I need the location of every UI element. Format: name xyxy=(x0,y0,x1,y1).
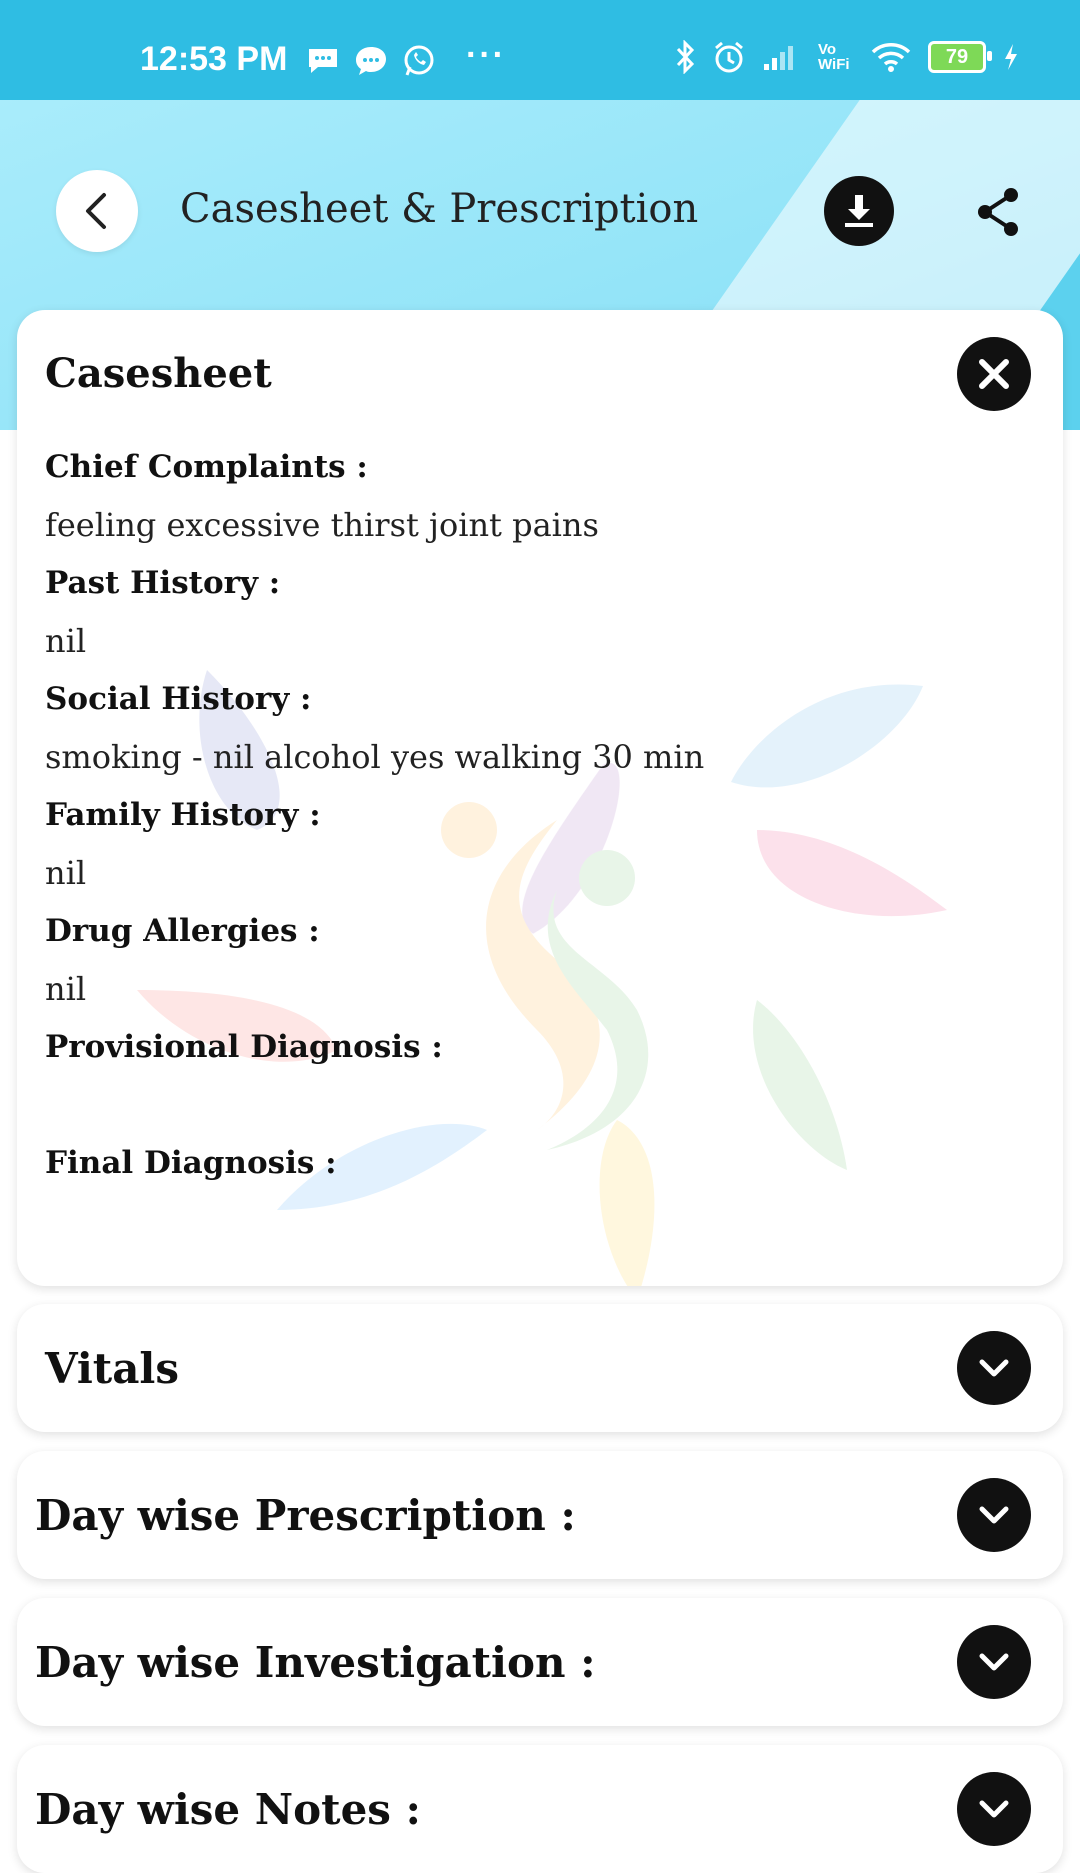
share-button[interactable] xyxy=(968,182,1028,242)
expand-investigation-button[interactable] xyxy=(957,1625,1031,1699)
chevron-down-icon xyxy=(979,1653,1009,1671)
social-history-label: Social History : xyxy=(45,681,312,717)
back-button[interactable] xyxy=(56,170,138,252)
vitals-section[interactable]: Vitals xyxy=(17,1304,1063,1432)
system-icons: Vo WiFi 79 xyxy=(674,40,1020,74)
page-title: Casesheet & Prescription xyxy=(180,186,699,232)
expand-prescription-button[interactable] xyxy=(957,1478,1031,1552)
download-button[interactable] xyxy=(824,176,894,246)
final-diagnosis-value xyxy=(45,1192,1005,1250)
day-investigation-section[interactable]: Day wise Investigation : xyxy=(17,1598,1063,1726)
status-time: 12:53 PM xyxy=(140,40,288,78)
past-history-value: nil xyxy=(45,622,87,660)
provisional-diagnosis-label: Provisional Diagnosis : xyxy=(45,1029,443,1065)
battery-icon: 79 xyxy=(928,41,992,73)
final-diagnosis-label: Final Diagnosis : xyxy=(45,1145,337,1181)
day-prescription-title: Day wise Prescription : xyxy=(35,1490,576,1540)
back-icon xyxy=(86,193,106,229)
day-notes-section[interactable]: Day wise Notes : xyxy=(17,1745,1063,1873)
whatsapp-icon xyxy=(404,45,434,76)
chevron-down-icon xyxy=(979,1359,1009,1377)
chief-complaints-label: Chief Complaints : xyxy=(45,449,368,485)
casesheet-card: Casesheet Chief Complaints : feeling exc… xyxy=(17,310,1063,1286)
download-icon xyxy=(845,195,873,227)
drug-allergies-value: nil xyxy=(45,970,87,1008)
expand-vitals-button[interactable] xyxy=(957,1331,1031,1405)
notification-icons xyxy=(306,44,436,78)
day-prescription-section[interactable]: Day wise Prescription : xyxy=(17,1451,1063,1579)
casesheet-fields: Chief Complaints : feeling excessive thi… xyxy=(45,438,1005,1250)
more-notifications-icon: ··· xyxy=(466,36,506,74)
wifi-icon xyxy=(871,43,911,72)
battery-level: 79 xyxy=(945,45,969,68)
close-casesheet-button[interactable] xyxy=(957,337,1031,411)
charging-icon xyxy=(1005,44,1017,70)
expand-notes-button[interactable] xyxy=(957,1772,1031,1846)
drug-allergies-label: Drug Allergies : xyxy=(45,913,320,949)
social-history-value: smoking - nil alcohol yes walking 30 min xyxy=(45,738,705,776)
family-history-value: nil xyxy=(45,854,87,892)
past-history-label: Past History : xyxy=(45,565,281,601)
chief-complaints-value: feeling excessive thirst joint pains xyxy=(45,506,599,544)
day-notes-title: Day wise Notes : xyxy=(35,1784,422,1834)
message-icon xyxy=(309,49,337,73)
vitals-title: Vitals xyxy=(45,1343,180,1393)
family-history-label: Family History : xyxy=(45,797,321,833)
vowifi-label: Vo WiFi xyxy=(818,41,850,73)
casesheet-title: Casesheet xyxy=(45,350,272,397)
status-bar: 12:53 PM ··· Vo WiFi 79 xyxy=(0,0,1080,100)
bluetooth-icon xyxy=(676,40,695,74)
close-icon xyxy=(979,359,1009,389)
alarm-icon xyxy=(715,41,743,73)
signal-icon xyxy=(764,46,793,70)
day-investigation-title: Day wise Investigation : xyxy=(35,1637,596,1687)
chevron-down-icon xyxy=(979,1506,1009,1524)
share-icon xyxy=(978,188,1018,236)
chat-icon xyxy=(356,47,386,75)
chevron-down-icon xyxy=(979,1800,1009,1818)
provisional-diagnosis-value xyxy=(45,1076,1005,1134)
